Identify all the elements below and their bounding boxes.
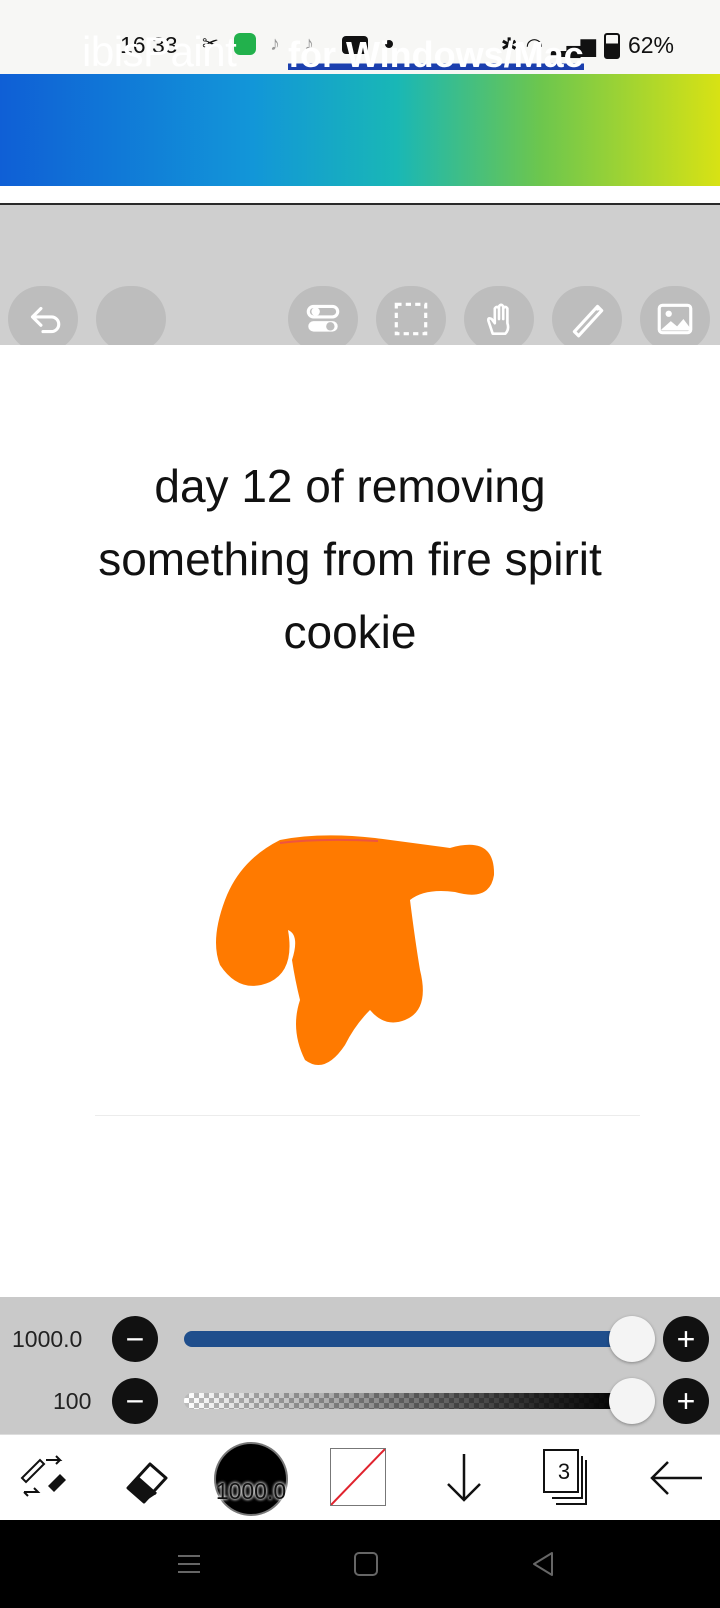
caption-line: something from fire spirit: [98, 533, 602, 585]
tool-switch-button[interactable]: [14, 1448, 74, 1508]
eraser-icon: [126, 1462, 168, 1504]
opacity-knob[interactable]: [609, 1378, 655, 1424]
ad-logo[interactable]: ibisPaint: [82, 28, 237, 76]
plus-icon: +: [676, 1383, 696, 1419]
ruler-icon: [572, 304, 604, 338]
home-icon: [354, 1552, 378, 1576]
recent-apps-button[interactable]: [176, 1552, 202, 1581]
size-increase-button[interactable]: +: [663, 1316, 709, 1362]
eraser-button[interactable]: [118, 1448, 178, 1508]
canvas-edge: [95, 1115, 640, 1116]
minus-icon: −: [125, 1321, 145, 1357]
layer-count: 3: [557, 1459, 571, 1484]
undo-icon: [30, 306, 61, 334]
battery-icon: [603, 32, 620, 59]
image-button[interactable]: [640, 286, 710, 352]
hand-tool-button[interactable]: [464, 286, 534, 352]
caption-line: day 12 of removing: [154, 460, 546, 512]
opacity-slider[interactable]: [184, 1393, 632, 1409]
undo-button[interactable]: [8, 286, 78, 352]
brush-size-knob[interactable]: [609, 1316, 655, 1362]
minus-icon: −: [125, 1383, 145, 1419]
tiktok-icon: ♪: [270, 33, 280, 55]
image-icon: [657, 303, 693, 335]
ruler-button[interactable]: [552, 286, 622, 352]
layer-down-button[interactable]: [436, 1448, 492, 1508]
size-decrease-button[interactable]: −: [112, 1316, 158, 1362]
plus-icon: +: [676, 1321, 696, 1357]
opacity-value: 100: [53, 1388, 92, 1414]
selection-icon: [394, 302, 428, 336]
menu-icon: [178, 1555, 200, 1573]
arrow-left-icon: [650, 1461, 702, 1495]
orange-drawing: [216, 835, 495, 1065]
brush-size-label: 1000.0: [215, 1478, 287, 1504]
brush-size-slider[interactable]: [184, 1331, 632, 1347]
caption-line: cookie: [283, 606, 417, 658]
no-color-icon: [331, 1449, 385, 1505]
system-back-button[interactable]: [530, 1550, 556, 1583]
opacity-increase-button[interactable]: +: [663, 1378, 709, 1424]
home-button[interactable]: [352, 1550, 380, 1583]
toggle-icon: [306, 304, 340, 332]
ad-banner[interactable]: [0, 74, 720, 186]
brush-size-value: 1000.0: [12, 1326, 83, 1352]
messenger-icon: [234, 33, 256, 55]
caption-text: day 12 of removing something from fire s…: [20, 450, 680, 669]
back-button[interactable]: [646, 1448, 706, 1508]
settings-toggle-button[interactable]: [288, 286, 358, 352]
hand-icon: [486, 303, 510, 336]
ad-tagline[interactable]: for Windows/Mac: [288, 34, 584, 76]
selection-button[interactable]: [376, 286, 446, 352]
opacity-decrease-button[interactable]: −: [112, 1378, 158, 1424]
back-triangle-icon: [533, 1552, 553, 1576]
battery-percent: 62%: [627, 32, 674, 58]
brush-switch-icon: [20, 1455, 66, 1497]
color-button[interactable]: [330, 1448, 386, 1506]
arrow-down-icon: [447, 1454, 481, 1502]
redo-button[interactable]: [96, 286, 166, 352]
